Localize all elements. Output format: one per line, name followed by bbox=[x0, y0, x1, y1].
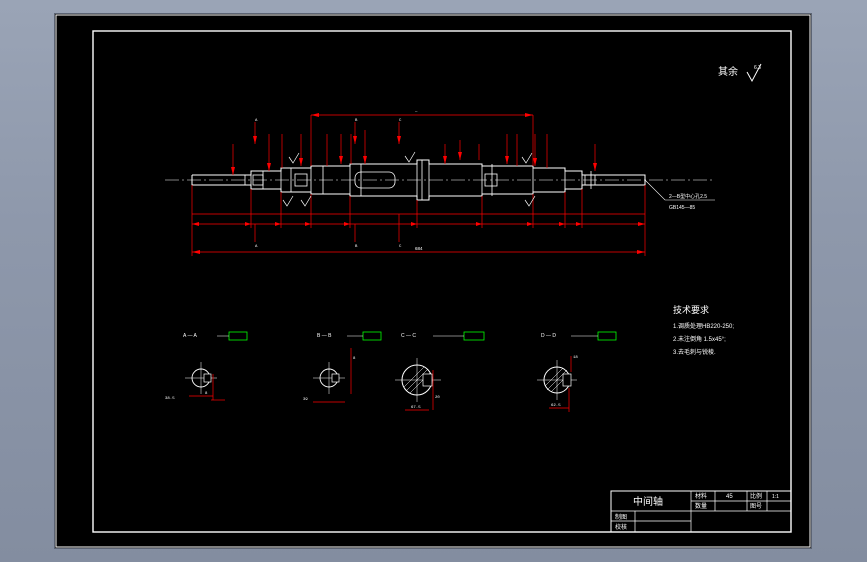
section-depth-dim: 39 bbox=[303, 398, 308, 402]
shaft-main-view bbox=[165, 159, 715, 201]
section-width-dim: 20 bbox=[435, 396, 440, 400]
tech-req-item-3: 3.去毛刺与锐棱. bbox=[673, 348, 716, 356]
center-hole-note-1: 2—B型中心孔2.5 bbox=[669, 193, 707, 200]
drawing-sheet: 其余 6.3 — A B C A B C 684 2—B型中心孔2.5 GB14… bbox=[55, 14, 811, 548]
tech-req-item-2: 2.未注倒角 1.5x45°; bbox=[673, 335, 726, 343]
section-b: B — B 8 39 bbox=[303, 331, 382, 403]
drawing-frame bbox=[92, 30, 792, 533]
svg-text:B: B bbox=[355, 245, 358, 249]
part-name: 中间轴 bbox=[633, 495, 663, 508]
title-block: 中间轴 材料 45 比例 1:1 数量 图号 制图 校核 bbox=[610, 490, 792, 533]
center-hole-note-2: GB145—85 bbox=[669, 205, 695, 211]
tech-req-title: 技术要求 bbox=[673, 304, 709, 315]
section-depth-dim: 67.5 bbox=[411, 406, 421, 410]
section-d: D — D 18 62.5 bbox=[537, 331, 617, 412]
section-width-dim: 18 bbox=[573, 356, 578, 360]
technical-requirements: 技术要求 1.调质处理HB220-250; 2.未注倒角 1.5x45°; 3.… bbox=[673, 304, 734, 356]
surplus-roughness-label: 其余 bbox=[718, 65, 738, 78]
drawn-by-label: 制图 bbox=[615, 513, 627, 521]
tech-req-item-1: 1.调质处理HB220-250; bbox=[673, 322, 734, 330]
svg-text:C: C bbox=[399, 119, 402, 123]
dimension-labels: — A B C A B C bbox=[255, 110, 418, 249]
svg-text:A: A bbox=[255, 245, 258, 249]
cad-drawing: 其余 6.3 — A B C A B C 684 2—B型中心孔2.5 GB14… bbox=[55, 14, 811, 548]
section-width-dim: 8 bbox=[353, 357, 356, 361]
checked-by-label: 校核 bbox=[615, 523, 627, 531]
scale-value: 1:1 bbox=[772, 494, 779, 500]
outer-border bbox=[55, 14, 811, 548]
section-a: A — A 8 38.5 bbox=[165, 331, 248, 401]
section-title: D — D bbox=[541, 333, 556, 339]
section-title: A — A bbox=[183, 333, 198, 339]
svg-text:C: C bbox=[399, 245, 402, 249]
material-label: 材料 bbox=[695, 492, 707, 500]
section-c: C — C 20 67.5 bbox=[395, 331, 485, 411]
surplus-roughness-value: 6.3 bbox=[754, 65, 761, 71]
svg-text:A: A bbox=[255, 119, 258, 123]
dimension-lines bbox=[191, 114, 646, 256]
overall-length-label: 684 bbox=[415, 246, 423, 251]
section-depth-dim: 62.5 bbox=[551, 404, 561, 408]
section-width-dim: 8 bbox=[205, 392, 208, 396]
scale-label: 比例 bbox=[750, 492, 762, 500]
quantity-label: 数量 bbox=[695, 502, 707, 510]
section-title: B — B bbox=[317, 333, 332, 339]
material-value: 45 bbox=[726, 494, 733, 500]
section-title: C — C bbox=[401, 333, 416, 339]
svg-text:B: B bbox=[355, 119, 358, 123]
svg-text:—: — bbox=[414, 110, 418, 114]
dimension-arrows bbox=[192, 113, 645, 254]
section-depth-dim: 38.5 bbox=[165, 397, 175, 401]
drawing-number-label: 图号 bbox=[750, 503, 762, 510]
